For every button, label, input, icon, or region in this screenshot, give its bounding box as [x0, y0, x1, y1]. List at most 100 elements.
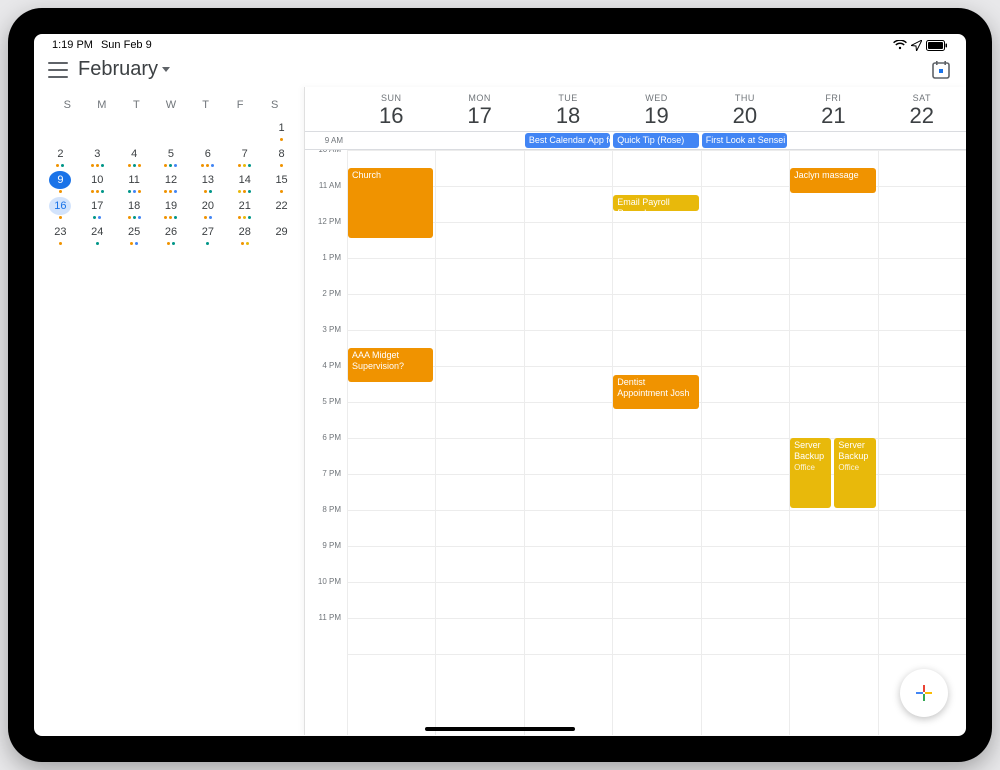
- event-dots: [280, 164, 283, 168]
- calendar-event[interactable]: Church: [348, 168, 433, 238]
- mini-day[interactable]: 27: [189, 221, 226, 247]
- content: SMTWTFS 12345678910111213141516171819202…: [34, 87, 966, 735]
- menu-icon[interactable]: [48, 62, 68, 78]
- mini-dow-label: S: [50, 99, 85, 111]
- mini-day-number: 6: [197, 145, 219, 163]
- mini-day[interactable]: 15: [263, 169, 300, 195]
- dow-label: SUN: [347, 93, 435, 103]
- allday-event[interactable]: Quick Tip (Rose): [613, 133, 698, 148]
- dow-label: THU: [701, 93, 789, 103]
- create-event-button[interactable]: [900, 669, 948, 717]
- status-bar: 1:19 PM Sun Feb 9: [34, 34, 966, 54]
- chevron-down-icon: [162, 67, 170, 72]
- mini-day[interactable]: 19: [153, 195, 190, 221]
- mini-day[interactable]: 10: [79, 169, 116, 195]
- mini-day[interactable]: 24: [79, 221, 116, 247]
- mini-day: [79, 117, 116, 143]
- hour-label: 12 PM: [305, 217, 347, 253]
- allday-event[interactable]: First Look at Sensei f: [702, 133, 787, 148]
- mini-day-number: [49, 119, 71, 137]
- hour-label: 11 PM: [305, 613, 347, 649]
- event-dots: [280, 190, 283, 194]
- event-dots: [59, 190, 62, 194]
- hour-label: 3 PM: [305, 325, 347, 361]
- day-header[interactable]: SUN16: [347, 87, 435, 131]
- date-number: 21: [789, 103, 877, 129]
- dow-label: FRI: [789, 93, 877, 103]
- event-title: Email Payroll Records: [617, 197, 694, 211]
- today-button[interactable]: [930, 59, 952, 81]
- mini-day[interactable]: 3: [79, 143, 116, 169]
- event-dots: [204, 190, 212, 194]
- week-view: SUN16MON17TUE18WED19THU20FRI21SAT22 9 AM…: [304, 87, 966, 735]
- day-header[interactable]: WED19: [612, 87, 700, 131]
- event-dots: [91, 190, 104, 194]
- allday-event[interactable]: Best Calendar App fo: [525, 133, 610, 148]
- mini-day[interactable]: 18: [116, 195, 153, 221]
- mini-dow-label: S: [257, 99, 292, 111]
- mini-day-number: 15: [271, 171, 293, 189]
- mini-day[interactable]: 26: [153, 221, 190, 247]
- event-dots: [128, 164, 141, 168]
- day-header[interactable]: FRI21: [789, 87, 877, 131]
- mini-day[interactable]: 13: [189, 169, 226, 195]
- mini-day-number: 5: [160, 145, 182, 163]
- mini-day[interactable]: 14: [226, 169, 263, 195]
- mini-day[interactable]: 2: [42, 143, 79, 169]
- mini-day-number: 20: [197, 197, 219, 215]
- mini-dow-label: W: [154, 99, 189, 111]
- month-label: February: [78, 58, 158, 81]
- mini-day[interactable]: 9: [42, 169, 79, 195]
- mini-day[interactable]: 17: [79, 195, 116, 221]
- mini-day[interactable]: 1: [263, 117, 300, 143]
- home-indicator[interactable]: [425, 727, 575, 731]
- mini-day[interactable]: 5: [153, 143, 190, 169]
- hour-label: 10 PM: [305, 577, 347, 613]
- mini-day[interactable]: 12: [153, 169, 190, 195]
- date-number: 18: [524, 103, 612, 129]
- date-number: 19: [612, 103, 700, 129]
- mini-day[interactable]: 4: [116, 143, 153, 169]
- calendar-event[interactable]: Dentist Appointment Josh: [613, 375, 698, 409]
- mini-day[interactable]: 8: [263, 143, 300, 169]
- day-header[interactable]: THU20: [701, 87, 789, 131]
- mini-day[interactable]: 28: [226, 221, 263, 247]
- mini-day[interactable]: 20: [189, 195, 226, 221]
- mini-day[interactable]: 11: [116, 169, 153, 195]
- mini-day[interactable]: 16: [42, 195, 79, 221]
- mini-day-number: 4: [123, 145, 145, 163]
- event-dots: [91, 164, 104, 168]
- time-grid[interactable]: 10 AM11 AM12 PM1 PM2 PM3 PM4 PM5 PM6 PM7…: [305, 150, 966, 735]
- status-date: Sun Feb 9: [101, 39, 152, 51]
- mini-day-number: [160, 119, 182, 137]
- event-dots: [130, 242, 138, 246]
- calendar-event[interactable]: Jaclyn massage: [790, 168, 875, 193]
- mini-day[interactable]: 7: [226, 143, 263, 169]
- mini-day[interactable]: 29: [263, 221, 300, 247]
- event-location: Office: [838, 462, 871, 473]
- day-header[interactable]: MON17: [435, 87, 523, 131]
- mini-day-number: 21: [234, 197, 256, 215]
- mini-day-number: 1: [271, 119, 293, 137]
- mini-calendar: SMTWTFS 12345678910111213141516171819202…: [34, 87, 304, 735]
- mini-day[interactable]: 21: [226, 195, 263, 221]
- mini-day[interactable]: 22: [263, 195, 300, 221]
- mini-day: [153, 117, 190, 143]
- mini-day[interactable]: 25: [116, 221, 153, 247]
- hour-label: 7 PM: [305, 469, 347, 505]
- event-dots: [128, 190, 141, 194]
- day-header[interactable]: SAT22: [878, 87, 966, 131]
- calendar-event[interactable]: Email Payroll Records: [613, 195, 698, 211]
- mini-day-number: 8: [271, 145, 293, 163]
- mini-day[interactable]: 23: [42, 221, 79, 247]
- month-picker[interactable]: February: [78, 58, 170, 81]
- hour-label: 1 PM: [305, 253, 347, 289]
- event-title: Server Backup: [838, 440, 871, 462]
- day-header[interactable]: TUE18: [524, 87, 612, 131]
- calendar-event[interactable]: AAA Midget Supervision?: [348, 348, 433, 382]
- calendar-event[interactable]: Server BackupOffice: [790, 438, 831, 508]
- calendar-event[interactable]: Server BackupOffice: [834, 438, 875, 508]
- mini-day[interactable]: 6: [189, 143, 226, 169]
- event-dots: [238, 190, 251, 194]
- hour-label: 8 PM: [305, 505, 347, 541]
